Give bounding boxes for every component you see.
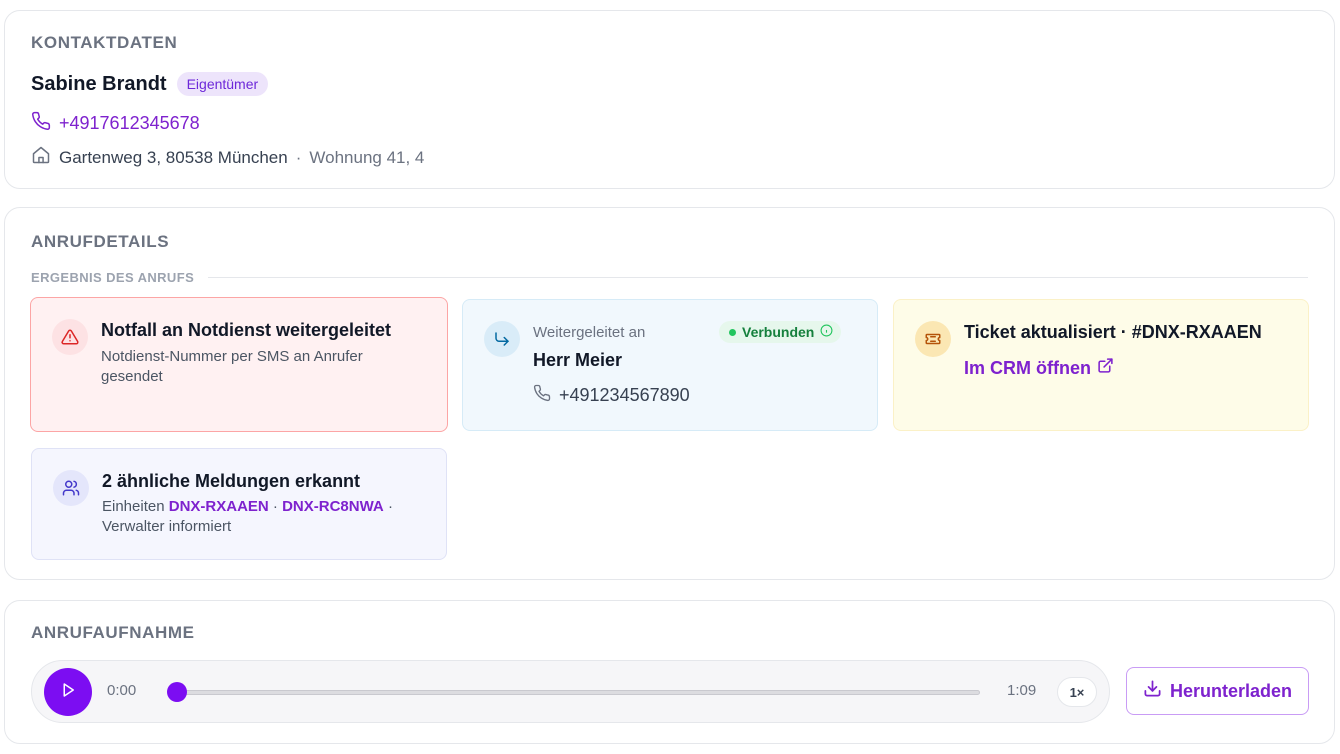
recording-card: ANRUFAUFNAHME 0:00 1:09 1× Herunterladen [4, 600, 1335, 744]
external-link-icon [1097, 357, 1114, 379]
call-result-heading-text: ERGEBNIS DES ANRUFS [31, 270, 195, 285]
download-button[interactable]: Herunterladen [1126, 667, 1309, 715]
recording-section-title: ANRUFAUFNAHME [31, 623, 195, 642]
address-separator: · [295, 147, 302, 167]
similar-subtitle: Einheiten DNX-RXAAEN · DNX-RC8NWA · Verw… [102, 497, 422, 537]
contact-phone-link[interactable]: +4917612345678 [31, 111, 200, 136]
call-details-card: ANRUFDETAILS ERGEBNIS DES ANRUFS Notfall… [4, 207, 1335, 580]
audio-player: 0:00 1:09 1× [31, 660, 1110, 723]
contact-card: KONTAKTDATEN Sabine Brandt Eigentümer +4… [4, 10, 1335, 189]
ticket-tile: Ticket aktualisiert · #DNX-RXAAEN Im CRM… [893, 299, 1309, 431]
contact-address: Gartenweg 3, 80538 München [59, 147, 288, 167]
contact-phone: +4917612345678 [59, 113, 200, 133]
current-time: 0:00 [107, 682, 137, 699]
download-label: Herunterladen [1169, 680, 1293, 701]
emergency-tile: Notfall an Notdienst weitergeleitet Notd… [30, 297, 448, 432]
seek-bar[interactable] [175, 690, 980, 695]
contact-name-row: Sabine Brandt Eigentümer [31, 72, 269, 96]
similar-prefix: Einheiten [102, 498, 165, 515]
forward-tile: Weitergeleitet an Verbunden Herr Meier +… [462, 299, 878, 431]
home-icon [31, 145, 51, 170]
phone-icon [31, 111, 51, 136]
call-details-section-title: ANRUFDETAILS [31, 232, 170, 251]
playback-speed-button[interactable]: 1× [1057, 677, 1097, 707]
forward-label: Weitergeleitet an [533, 324, 646, 341]
status-text: Verbunden [742, 324, 815, 340]
ticket-title: Ticket aktualisiert · #DNX-RXAAEN [964, 322, 1262, 342]
download-icon [1143, 679, 1162, 703]
contact-unit: Wohnung 41, 4 [309, 147, 425, 167]
warning-triangle-icon [52, 319, 88, 355]
users-icon [53, 470, 89, 506]
ticket-icon [915, 321, 951, 357]
emergency-subtitle: Notdienst-Nummer per SMS an Anrufer gese… [101, 348, 363, 385]
call-result-heading: ERGEBNIS DES ANRUFS [31, 270, 1308, 285]
seek-handle[interactable] [167, 682, 187, 702]
role-badge: Eigentümer [176, 72, 269, 96]
status-dot [729, 328, 736, 336]
contact-section-title: KONTAKTDATEN [31, 33, 178, 52]
unit-link-2[interactable]: DNX-RC8NWA [282, 498, 384, 515]
contact-name: Sabine Brandt [31, 72, 167, 95]
unit-link-1[interactable]: DNX-RXAAEN [169, 498, 269, 515]
phone-icon [533, 384, 551, 407]
forward-name: Herr Meier [533, 350, 623, 370]
play-button[interactable] [44, 668, 92, 716]
forward-arrow-icon [484, 321, 520, 357]
similar-title: 2 ähnliche Meldungen erkannt [102, 471, 361, 491]
play-icon [59, 681, 77, 704]
status-badge[interactable]: Verbunden [719, 321, 842, 343]
emergency-title: Notfall an Notdienst weitergeleitet [101, 320, 392, 340]
info-icon[interactable] [820, 324, 833, 340]
unit-separator: · [272, 498, 278, 515]
duration: 1:09 [1007, 682, 1037, 699]
contact-address-row: Gartenweg 3, 80538 München · Wohnung 41,… [31, 145, 424, 170]
open-crm-link[interactable]: Im CRM öffnen [964, 357, 1114, 379]
open-crm-label: Im CRM öffnen [964, 357, 1091, 378]
similar-reports-tile: 2 ähnliche Meldungen erkannt Einheiten D… [31, 448, 447, 560]
forward-phone-row: +491234567890 [533, 384, 690, 407]
forward-phone: +491234567890 [559, 385, 690, 405]
heading-divider [208, 277, 1308, 278]
